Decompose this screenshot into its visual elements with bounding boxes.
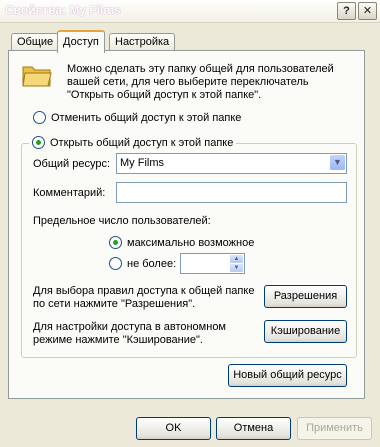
share-radio[interactable]: [32, 136, 45, 149]
user-limit-spinner[interactable]: ▲ ▼: [180, 253, 245, 274]
title-bar: Свойства: My Films ? ✕: [0, 0, 380, 23]
limit-users-radio[interactable]: [109, 257, 122, 270]
limit-users-option[interactable]: не более:: [109, 257, 176, 270]
sharing-info-text: Можно сделать эту папку общей для пользо…: [67, 63, 334, 101]
apply-button[interactable]: Применить: [297, 417, 372, 440]
cancel-button[interactable]: Отмена: [216, 417, 291, 440]
share-name-dropdown[interactable]: My Films ▼: [116, 153, 347, 174]
tab-general[interactable]: Общие: [11, 33, 60, 51]
permissions-button[interactable]: Разрешения: [264, 285, 347, 308]
unshare-radio[interactable]: [33, 111, 46, 124]
close-button[interactable]: ✕: [358, 2, 377, 20]
tab-sharing[interactable]: Доступ: [57, 30, 105, 53]
window-title: Свойства: My Films: [5, 3, 121, 17]
chevron-down-icon[interactable]: ▼: [330, 155, 345, 170]
new-share-button[interactable]: Новый общий ресурс: [228, 364, 347, 387]
permissions-text: Для выбора правил доступа к общей папке …: [33, 285, 255, 310]
share-label: Открыть общий доступ к этой папке: [50, 136, 234, 149]
max-users-label: максимально возможное: [127, 236, 255, 249]
comment-label: Комментарий:: [33, 187, 106, 199]
ok-button[interactable]: OK: [136, 417, 211, 440]
share-name-value: My Films: [120, 157, 164, 169]
shared-folder-icon: [22, 66, 52, 87]
share-name-label: Общий ресурс:: [33, 158, 111, 170]
user-limit-label: Предельное число пользователей:: [33, 215, 211, 227]
limit-users-label: не более:: [127, 257, 177, 270]
caching-button[interactable]: Кэширование: [264, 320, 347, 343]
max-users-radio[interactable]: [109, 236, 122, 249]
spin-down-icon[interactable]: ▼: [230, 264, 243, 272]
caching-text: Для настройки доступа в автономном режим…: [33, 321, 226, 346]
help-button[interactable]: ?: [337, 2, 356, 20]
max-users-option[interactable]: максимально возможное: [109, 236, 254, 249]
comment-field[interactable]: [116, 182, 347, 203]
unshare-label: Отменить общий доступ к этой папке: [51, 111, 242, 124]
tab-customize[interactable]: Настройка: [109, 33, 176, 51]
share-option[interactable]: Открыть общий доступ к этой папке: [29, 136, 237, 149]
spin-up-icon[interactable]: ▲: [230, 255, 243, 263]
unshare-option[interactable]: Отменить общий доступ к этой папке: [33, 111, 241, 124]
